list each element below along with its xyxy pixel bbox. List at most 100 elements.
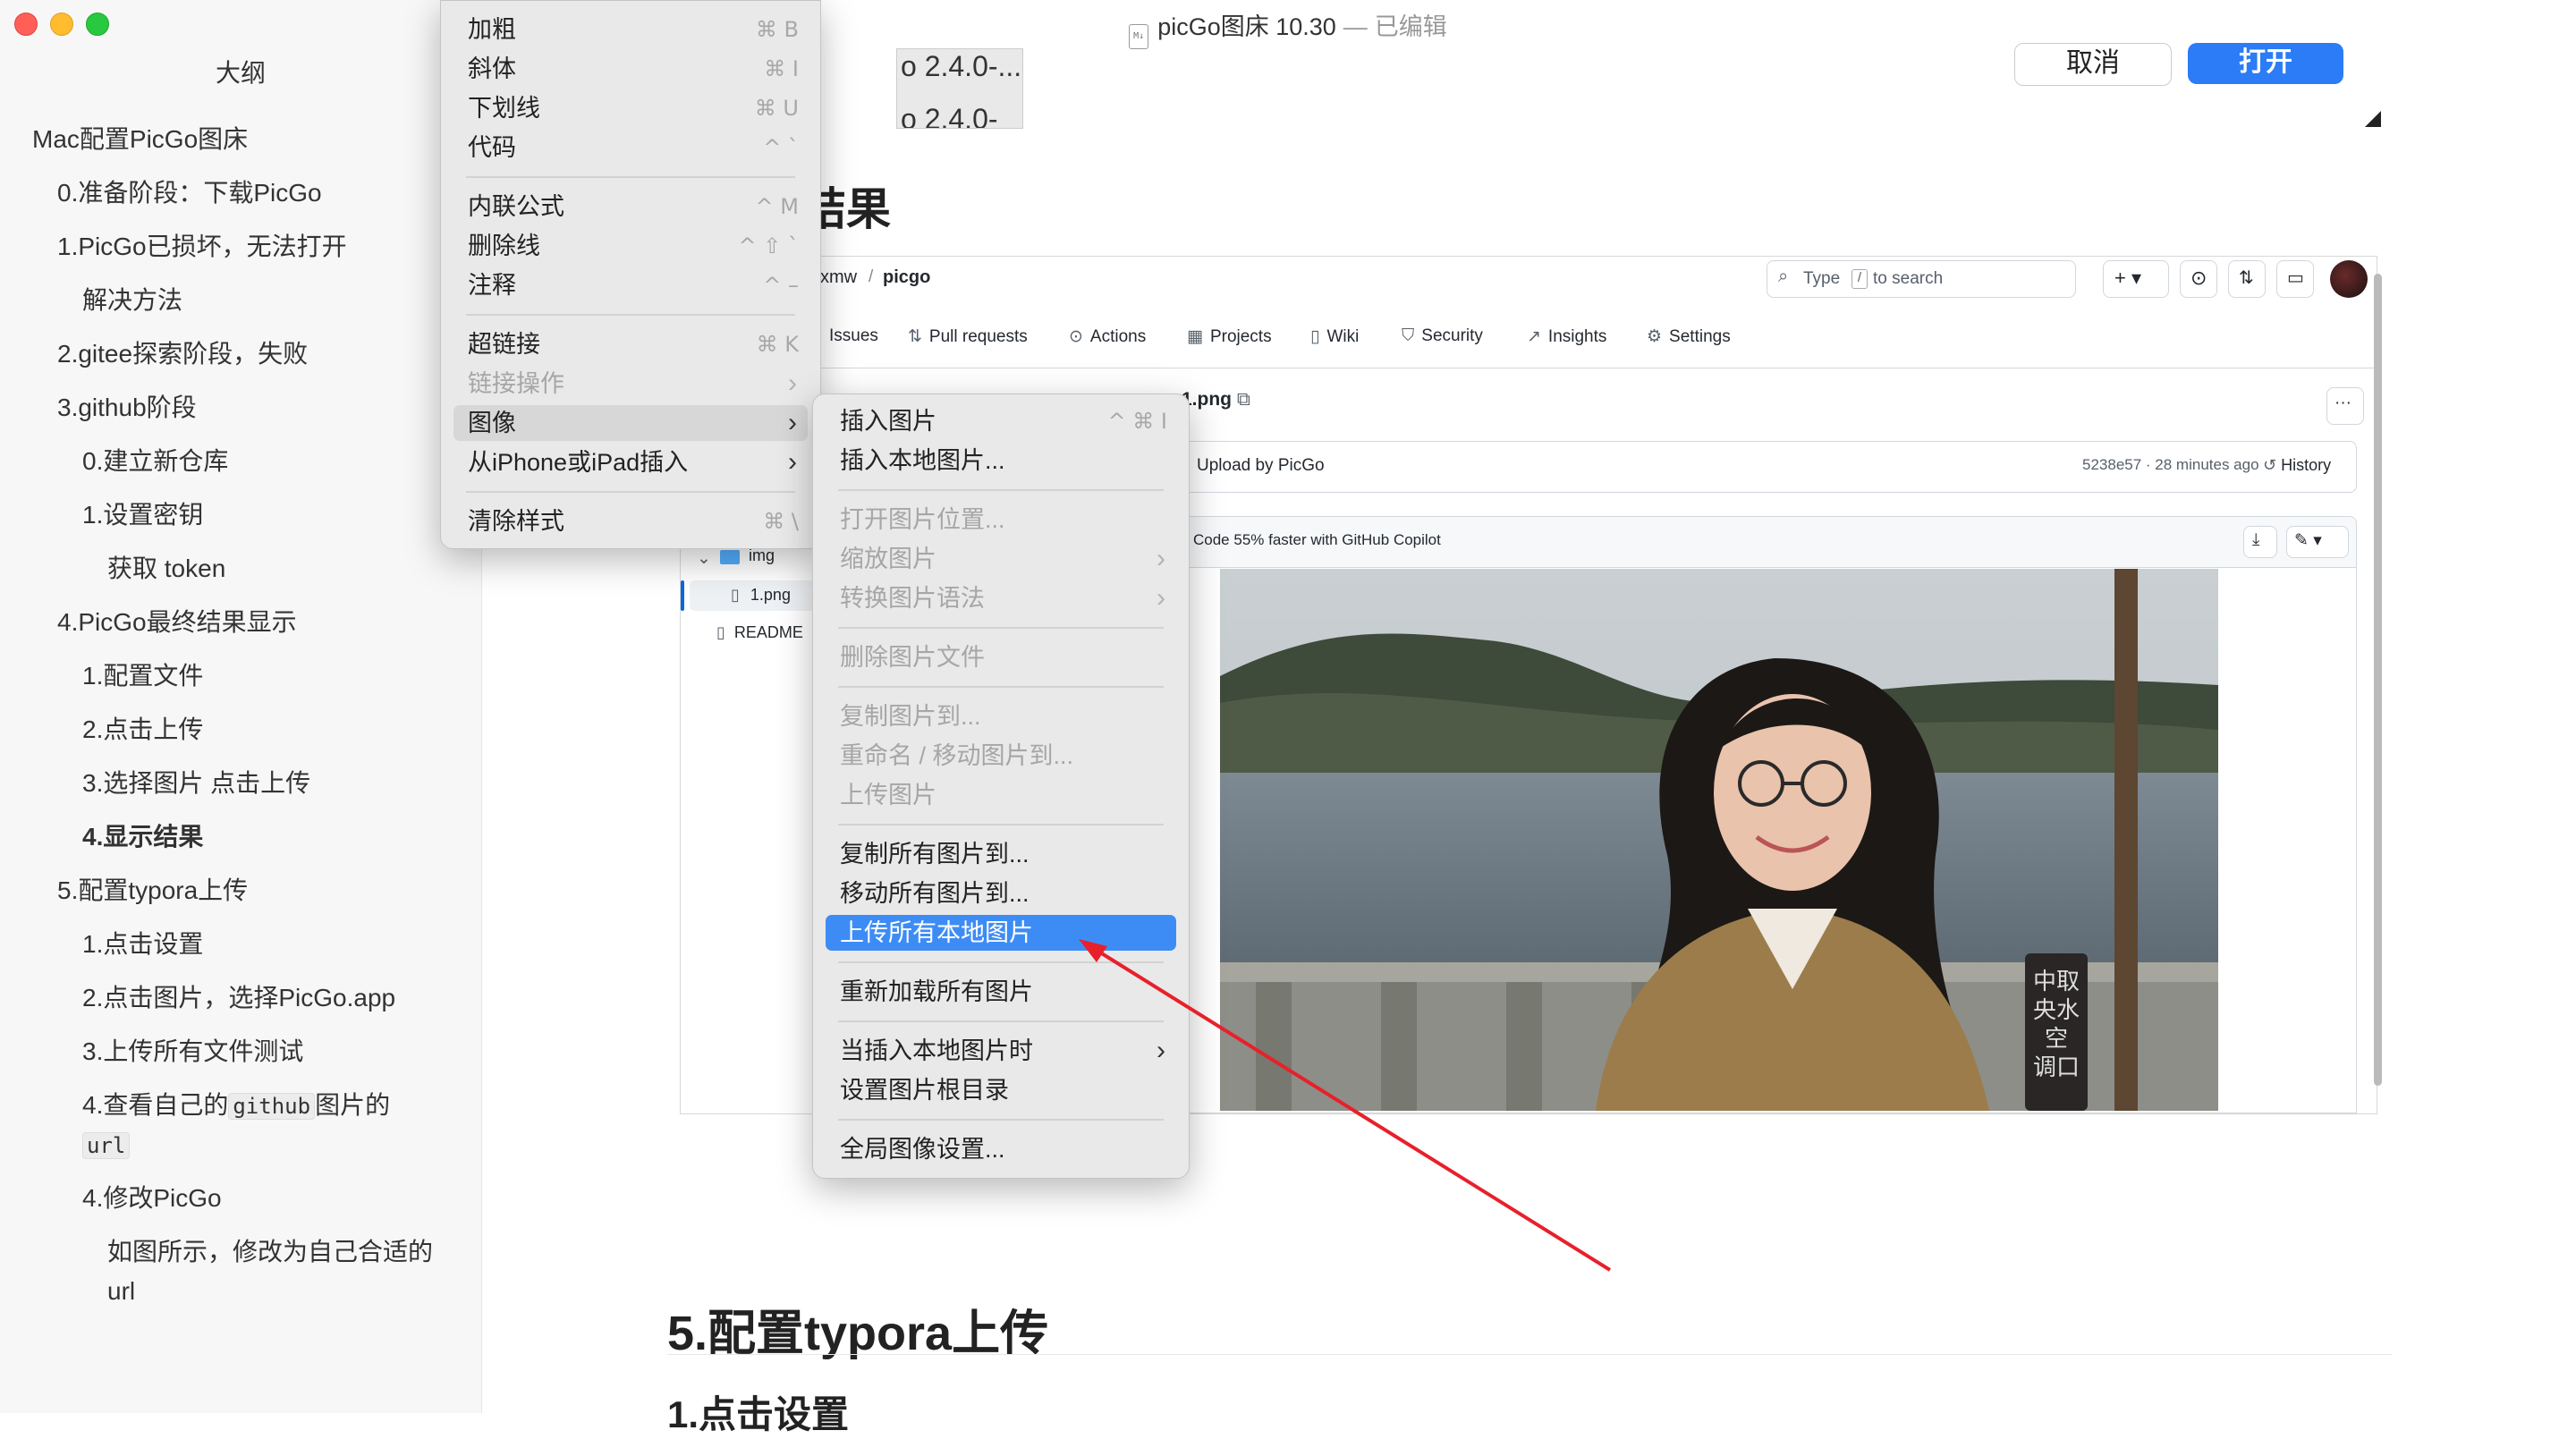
menu-item-strikethrough[interactable]: 删除线 ^ ⇧ ` (453, 228, 808, 264)
menu-item-when-insert-local-image[interactable]: 当插入本地图片时 › (826, 1033, 1176, 1069)
menu-item-hyperlink[interactable]: 超链接 ⌘ K (453, 326, 808, 362)
menu-item-bold[interactable]: 加粗 ⌘ B (453, 12, 808, 47)
outline-sidebar: 大纲 Mac配置PicGo图床 0.准备阶段：下载PicGo 1.PicGo已损… (0, 0, 482, 1413)
menu-item-code[interactable]: 代码 ^ ` (453, 130, 808, 165)
folder-icon (720, 550, 740, 564)
menu-separator (838, 686, 1164, 688)
search-suffix: to search (1873, 269, 1944, 288)
menu-item-inline-math[interactable]: 内联公式 ^ M (453, 189, 808, 224)
menu-item-image[interactable]: 图像 › (453, 405, 808, 441)
menu-item-global-image-settings[interactable]: 全局图像设置... (826, 1131, 1176, 1167)
tab-pull-requests: ⇅ Pull requests (908, 327, 1028, 346)
menu-item-copy-image-to: 复制图片到... (840, 703, 981, 730)
menu-item-insert-local-image[interactable]: 插入本地图片... (826, 443, 1176, 478)
outline-item[interactable]: 2.点击上传 (82, 710, 203, 749)
outline-code: url (82, 1132, 131, 1159)
chevron-right-icon: › (1157, 1036, 1165, 1065)
menu-item-comment[interactable]: 注释 ^ – (453, 267, 808, 303)
outline-item-active[interactable]: 4.显示结果 (82, 817, 203, 857)
outline-item[interactable]: 5.配置typora上传 (57, 871, 248, 910)
menu-separator (466, 176, 795, 178)
menu-separator (466, 491, 795, 493)
sign-text: 调口 (2033, 1054, 2080, 1081)
tab-issues: Issues (829, 326, 878, 345)
outline-item[interactable]: 2.gitee探索阶段，失败 (57, 334, 308, 374)
outline-item[interactable]: 1.配置文件 (82, 656, 203, 696)
tree-folder-img: img (749, 546, 775, 564)
search-key-hint: / (1852, 269, 1868, 289)
menu-separator (838, 961, 1164, 963)
more-options-button: ··· (2326, 387, 2364, 425)
outline-item[interactable]: 1.PicGo已损坏，无法打开 (57, 227, 347, 267)
github-plus-button: + ▾ (2103, 260, 2169, 298)
menu-item-reload-all-images[interactable]: 重新加载所有图片 (826, 974, 1176, 1010)
outline-item-cont[interactable]: url (107, 1272, 135, 1311)
menu-item-delete-image-file: 删除图片文件 (840, 644, 985, 671)
tree-file: ▯ 1.png (731, 586, 791, 604)
history-link: ↺ History (2263, 456, 2332, 474)
title-separator: — (1343, 13, 1368, 40)
repo-name: picgo (883, 267, 931, 287)
outline-item[interactable]: 1.设置密钥 (82, 495, 203, 535)
snippet-row: o 2.4.0- (901, 103, 998, 129)
outline-item[interactable]: Mac配置PicGo图床 (32, 120, 248, 159)
tab-actions: ⊙ Actions (1069, 327, 1147, 346)
heading-divider (667, 1354, 2392, 1355)
outline-code: github (228, 1093, 316, 1120)
menu-item-insert-from-iphone[interactable]: 从iPhone或iPad插入 › (453, 444, 808, 480)
menu-item-convert-image-syntax: 转换图片语法 › (826, 580, 1176, 616)
menu-item-upload-all-local-images[interactable]: 上传所有本地图片 (826, 915, 1176, 951)
github-search-box: ⌕ Type / to search (1767, 260, 2076, 298)
dialog-screenshot-snippet: o 2.4.0-... ⏏ o 2.4.0- (896, 48, 1023, 129)
outline-item-cont[interactable]: url (82, 1125, 131, 1165)
search-icon: ⌕ (1778, 267, 1789, 286)
edited-status: 已编辑 (1374, 13, 1447, 40)
outline-item[interactable]: 4.修改PicGo (82, 1179, 222, 1218)
outline-item[interactable]: 3.上传所有文件测试 (82, 1032, 303, 1071)
commit-box: Upload by PicGo 5238e57 · 28 minutes ago… (1182, 441, 2357, 493)
menu-item-clear-style[interactable]: 清除样式 ⌘ \ (453, 504, 808, 539)
outline-item[interactable]: 2.点击图片，选择PicGo.app (82, 978, 395, 1018)
menu-item-move-all-images-to[interactable]: 移动所有图片到... (826, 876, 1176, 911)
window-title: M↓ picGo图床 10.30 — 已编辑 (0, 7, 2576, 49)
commit-message: Upload by PicGo (1197, 456, 1325, 475)
menu-item-insert-image[interactable]: 插入图片 ^ ⌘ I (826, 403, 1176, 439)
menu-item-italic[interactable]: 斜体 ⌘ I (453, 51, 808, 87)
menu-separator (838, 627, 1164, 629)
sign-text: 中取 (2033, 969, 2080, 995)
menu-item-set-image-root[interactable]: 设置图片根目录 (826, 1072, 1176, 1108)
menu-separator (466, 314, 795, 316)
menu-item-underline[interactable]: 下划线 ⌘ U (453, 90, 808, 126)
outline-item[interactable]: 0.准备阶段：下载PicGo (57, 174, 322, 213)
outline-item[interactable]: 解决方法 (82, 281, 182, 320)
uploaded-photo: 中取 央水 空 调口 (1220, 569, 2218, 1111)
github-scrollbar (2374, 274, 2382, 1086)
outline-item[interactable]: 4.PicGo最终结果显示 (57, 603, 297, 642)
document-name: picGo图床 10.30 (1157, 13, 1336, 40)
outline-item[interactable]: 1.点击设置 (82, 925, 203, 964)
cancel-button[interactable]: 取消 (2014, 43, 2172, 86)
image-submenu: 插入图片 ^ ⌘ I 插入本地图片... 打开图片位置... 缩放图片 › 转换图片… (812, 394, 1190, 1179)
format-context-menu: 加粗 ⌘ B 斜体 ⌘ I 下划线 ⌘ U 代码 ^ ` 内联公式 ^ M 删除线 ^ ⇧ … (440, 0, 821, 549)
file-name: 1.png ⧉ (1182, 389, 1250, 410)
outline-item[interactable]: 获取 token (107, 549, 225, 588)
outline-item[interactable]: 0.建立新仓库 (82, 442, 228, 481)
menu-item-copy-all-images-to[interactable]: 复制所有图片到... (826, 836, 1176, 872)
github-issues-icon: ⊙ (2180, 260, 2217, 298)
open-button[interactable]: 打开 (2188, 43, 2343, 84)
outline-item-text: 4.查看自己的 (82, 1091, 229, 1119)
outline-item[interactable]: 3.github阶段 (57, 388, 197, 427)
chevron-right-icon: › (788, 408, 797, 437)
outline-item[interactable]: 3.选择图片 点击上传 (82, 764, 310, 803)
outline-item[interactable]: 如图所示，修改为自己合适的 (107, 1232, 433, 1272)
edit-icon: ✎ ▾ (2286, 526, 2349, 558)
chevron-right-icon: › (1157, 583, 1165, 613)
outline-item-text: 图片的 (315, 1091, 391, 1119)
tab-insights: ↗ Insights (1527, 327, 1607, 346)
menu-item-open-image-location: 打开图片位置... (840, 506, 1005, 533)
repo-owner: xmw (820, 267, 858, 287)
outline-item[interactable]: 4.查看自己的 github 图片的 (82, 1086, 390, 1126)
sign-text: 央水 (2033, 997, 2080, 1024)
chevron-right-icon: › (1157, 544, 1165, 573)
chevron-right-icon: › (788, 368, 797, 398)
